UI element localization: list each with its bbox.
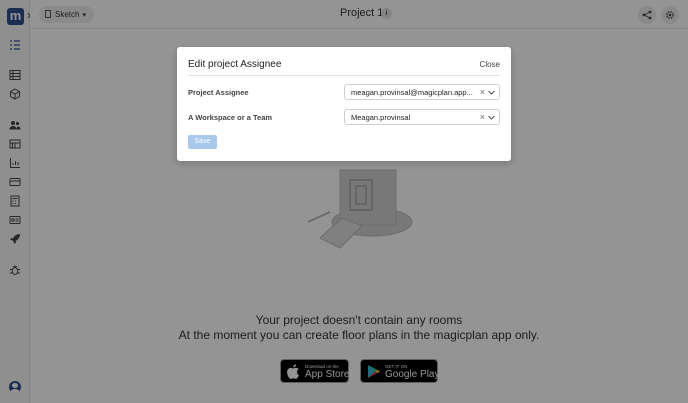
edit-assignee-modal: Edit project Assignee Close Project Assi…	[177, 47, 511, 161]
chevron-down-icon[interactable]	[488, 89, 495, 96]
clear-icon[interactable]: ×	[480, 112, 485, 122]
workspace-team-label: A Workspace or a Team	[188, 113, 273, 122]
workspace-team-select[interactable]: Meagan.provinsal ×	[344, 109, 500, 125]
modal-title: Edit project Assignee	[188, 59, 282, 70]
close-button[interactable]: Close	[480, 60, 500, 69]
save-button[interactable]: Save	[188, 135, 217, 149]
project-assignee-select[interactable]: meagan.provinsal@magicplan.app... ×	[344, 84, 500, 100]
clear-icon[interactable]: ×	[480, 87, 485, 97]
workspace-team-value: Meagan.provinsal	[351, 113, 411, 122]
chevron-down-icon[interactable]	[488, 114, 495, 121]
modal-divider	[188, 75, 500, 76]
project-assignee-value: meagan.provinsal@magicplan.app...	[351, 88, 473, 97]
project-assignee-label: Project Assignee	[188, 88, 249, 97]
